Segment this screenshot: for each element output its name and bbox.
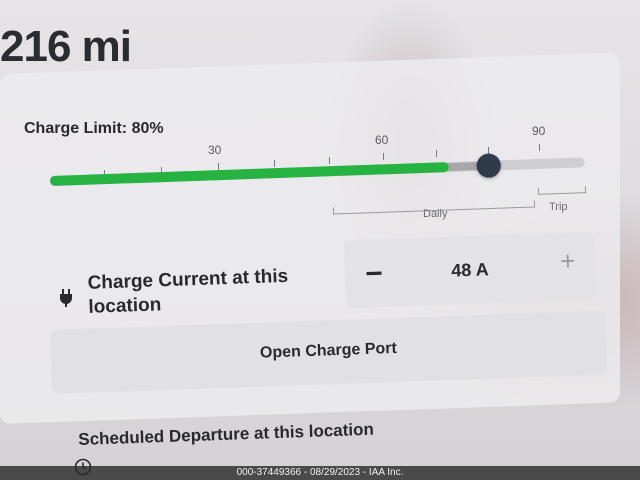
tick-mark (436, 150, 437, 157)
tick-label-60: 60 (375, 133, 389, 147)
tick-mark (329, 157, 330, 164)
plug-icon (60, 289, 72, 307)
range-readout: 216 mi (0, 22, 132, 71)
charge-current-value: 48 A (450, 259, 490, 281)
tick-mark (274, 160, 275, 167)
charge-limit-label: Charge Limit: 80% (24, 120, 164, 137)
tick-mark (218, 163, 219, 170)
charge-current-label: Charge Current at this location (87, 265, 289, 318)
increase-current-button[interactable]: + (554, 245, 581, 276)
watermark-footer: 000-37449366 - 08/29/2023 - IAA Inc. (0, 466, 640, 480)
tick-mark (539, 144, 540, 151)
charge-current-stepper: − 48 A + (343, 231, 597, 309)
tick-mark (383, 153, 384, 160)
tick-label-90: 90 (532, 124, 546, 138)
daily-label: Daily (423, 208, 448, 220)
open-charge-port-label: Open Charge Port (259, 339, 398, 362)
decrease-current-button[interactable]: − (359, 257, 390, 291)
tick-label-30: 30 (208, 143, 222, 157)
trip-label: Trip (549, 201, 568, 213)
